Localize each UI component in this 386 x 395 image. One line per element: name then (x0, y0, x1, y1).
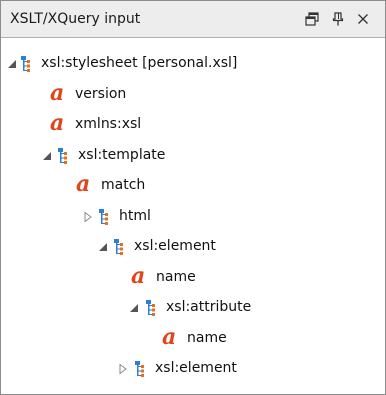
tree-element-node[interactable]: xsl:element (1, 354, 385, 384)
panel-title-bar: XSLT/XQuery input (1, 1, 385, 38)
tree-node-label: xsl:element (134, 238, 216, 254)
tree-attribute-node[interactable]: a name (1, 324, 385, 354)
xml-attribute-icon: a (50, 110, 65, 136)
tree-element-node[interactable]: xsl:attribute (1, 293, 385, 323)
xml-element-icon (21, 55, 37, 73)
restore-button[interactable] (303, 10, 321, 28)
xml-element-icon (146, 299, 162, 317)
tree-attribute-node[interactable]: a version (1, 80, 385, 110)
tree-element-node[interactable]: html (1, 202, 385, 232)
close-button[interactable] (354, 10, 372, 28)
expanded-arrow-icon[interactable] (41, 150, 53, 162)
tree-attribute-node[interactable]: a name (1, 263, 385, 293)
xslt-xquery-input-panel: XSLT/XQuery input xsl:stylesheet [person… (0, 0, 386, 395)
panel-title: XSLT/XQuery input (10, 11, 141, 27)
xml-tree: xsl:stylesheet [personal.xsl] a version a xm… (1, 38, 385, 394)
close-icon (354, 10, 372, 28)
xml-element-icon (99, 208, 115, 226)
xml-element-icon (114, 238, 130, 256)
xml-element-icon (135, 360, 151, 378)
tree-node-label: html (119, 207, 151, 224)
xml-element-icon (58, 147, 74, 165)
tree-node-label: name (187, 329, 227, 346)
expanded-arrow-icon[interactable] (97, 241, 109, 253)
tree-node-label: name (156, 268, 196, 285)
tree-node-label: match (101, 177, 146, 193)
tree-attribute-node[interactable]: a match (1, 171, 385, 201)
xml-attribute-icon: a (131, 262, 146, 289)
tree-element-node[interactable]: xsl:stylesheet [personal.xsl] (1, 49, 385, 79)
tree-node-label: xsl:stylesheet [personal.xsl] (41, 55, 238, 71)
tree-element-node[interactable]: xsl:template (1, 141, 385, 171)
tree-node-label: xsl:template (78, 146, 166, 163)
pin-button[interactable] (329, 10, 347, 28)
tree-element-node[interactable]: xsl:element (1, 232, 385, 262)
pin-icon (329, 10, 347, 28)
tree-node-label: version (75, 85, 127, 102)
tree-attribute-node[interactable]: a xmlns:xsl (1, 110, 385, 140)
tree-node-label: xsl:attribute (166, 299, 252, 315)
tree-node-label: xmlns:xsl (75, 116, 142, 132)
collapsed-arrow-icon[interactable] (117, 363, 129, 375)
expanded-arrow-icon[interactable] (128, 302, 140, 314)
xml-attribute-icon: a (50, 79, 65, 106)
tree-node-label: xsl:element (155, 360, 237, 376)
restore-icon (303, 10, 321, 28)
xml-attribute-icon: a (76, 171, 91, 197)
collapsed-arrow-icon[interactable] (82, 211, 94, 223)
expanded-arrow-icon[interactable] (6, 58, 18, 70)
xml-attribute-icon: a (162, 323, 177, 350)
